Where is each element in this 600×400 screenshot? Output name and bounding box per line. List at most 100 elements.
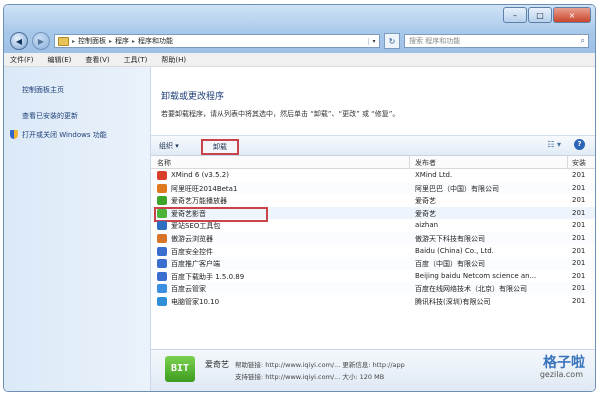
breadcrumb-programs[interactable]: 程序	[115, 36, 129, 46]
program-publisher: Beijing baidu Netcom science an...	[415, 271, 537, 280]
close-button[interactable]: ×	[553, 7, 591, 23]
program-installed-date: 201	[572, 284, 586, 293]
column-divider[interactable]	[409, 156, 410, 168]
column-publisher[interactable]: 发布者	[415, 158, 436, 168]
app-icon	[157, 246, 167, 256]
uninstall-button[interactable]: 卸载	[201, 139, 239, 155]
app-icon	[157, 296, 167, 306]
program-publisher: 腾讯科技(深圳)有限公司	[415, 297, 491, 306]
help-icon[interactable]: ?	[574, 139, 585, 150]
program-installed-date: 201	[572, 208, 586, 217]
sidebar-item-windows-features[interactable]: 打开或关闭 Windows 功能	[22, 130, 107, 140]
table-row[interactable]: 爱奇艺万能播放器 爱奇艺 201	[151, 194, 595, 207]
address-bar[interactable]: ▸ 控制面板 ▸ 程序 ▸ 程序和功能 ▾	[54, 34, 380, 48]
forward-button[interactable]: ▶	[32, 32, 50, 50]
back-button[interactable]: ◀	[10, 32, 28, 50]
page-title: 卸载或更改程序	[161, 92, 225, 102]
program-installed-date: 201	[572, 196, 586, 205]
program-publisher: 百度（中国）有限公司	[415, 260, 485, 269]
program-name: 爱奇艺影音	[171, 209, 206, 218]
app-icon	[157, 271, 167, 281]
shield-icon	[10, 130, 18, 139]
sidebar-item-control-panel-home[interactable]: 控制面板主页	[22, 85, 64, 95]
watermark-url: gezila.com	[539, 370, 583, 379]
sidebar: 控制面板主页 查看已安装的更新 打开或关闭 Windows 功能	[4, 67, 151, 391]
table-row[interactable]: XMind 6 (v3.5.2) XMind Ltd. 201	[151, 169, 595, 182]
table-row[interactable]: 阿里旺旺2014Beta1 阿里巴巴（中国）有限公司 201	[151, 181, 595, 195]
table-row[interactable]: 傲游云浏览器 傲游天下科技有限公司 201	[151, 231, 595, 245]
menu-bar: 文件(F) 编辑(E) 查看(V) 工具(T) 帮助(H)	[4, 53, 595, 67]
table-row[interactable]: 百度安全控件 Baidu (China) Co., Ltd. 201	[151, 245, 595, 258]
app-icon	[157, 221, 167, 231]
program-name: 电脑管家10.10	[171, 297, 220, 306]
app-icon	[157, 284, 167, 294]
table-row[interactable]: 爱站SEO工具包 aizhan 201	[151, 219, 595, 232]
program-publisher: 百度在线网络技术（北京）有限公司	[415, 285, 527, 294]
column-divider[interactable]	[567, 156, 568, 168]
table-row[interactable]: 爱奇艺影音 爱奇艺 201	[151, 206, 595, 222]
program-name: 爱站SEO工具包	[171, 222, 221, 231]
table-row[interactable]: 百度下载助手 1.5.0.89 Beijing baidu Netcom scie…	[151, 270, 595, 283]
toolbar: 组织 ▾ 卸载 ☷ ▾ ?	[151, 135, 595, 156]
program-installed-date: 201	[572, 296, 586, 305]
table-row[interactable]: 电脑管家10.10 腾讯科技(深圳)有限公司 201	[151, 295, 595, 308]
details-support-link: 支持链接: http://www.iqiyi.com/... 大小: 120 M…	[235, 373, 385, 381]
program-installed-date: 201	[572, 259, 586, 268]
menu-tools[interactable]: 工具(T)	[124, 55, 148, 65]
table-row[interactable]: 百度云管家 百度在线网络技术（北京）有限公司 201	[151, 282, 595, 295]
breadcrumb-programs-features[interactable]: 程序和功能	[138, 36, 173, 46]
breadcrumb-control-panel[interactable]: 控制面板	[78, 36, 106, 46]
program-installed-date: 201	[572, 233, 586, 242]
menu-edit[interactable]: 编辑(E)	[48, 55, 72, 65]
program-name: 百度安全控件	[171, 247, 213, 256]
program-name: 爱奇艺万能播放器	[171, 197, 227, 206]
chevron-right-icon: ▸	[109, 37, 113, 45]
details-help-link: 帮助链接: http://www.iqiyi.com/... 更新信息: htt…	[235, 361, 405, 369]
search-input[interactable]: 搜索 程序和功能 ⌕	[404, 34, 589, 48]
table-row[interactable]: 百度推广客户端 百度（中国）有限公司 201	[151, 257, 595, 270]
program-installed-date: 201	[572, 271, 586, 280]
folder-icon	[58, 36, 69, 46]
program-installed-date: 201	[572, 246, 586, 255]
program-name: XMind 6 (v3.5.2)	[171, 171, 229, 179]
menu-help[interactable]: 帮助(H)	[161, 55, 186, 65]
app-icon	[157, 208, 167, 218]
maximize-button[interactable]: □	[528, 7, 552, 23]
search-icon[interactable]: ⌕	[581, 36, 585, 46]
program-publisher: 爱奇艺	[415, 209, 436, 218]
iqiyi-app-icon: BIT	[165, 356, 195, 382]
details-name: 爱奇艺	[205, 360, 229, 369]
program-list: XMind 6 (v3.5.2) XMind Ltd. 201 阿里旺旺2014Bet…	[151, 169, 595, 308]
title-bar: – □ × ◀ ▶ ▸ 控制面板 ▸ 程序 ▸ 程序和功能 ▾ ↻ 搜索 程序和…	[4, 5, 595, 53]
app-icon	[157, 171, 167, 180]
sidebar-item-installed-updates[interactable]: 查看已安装的更新	[22, 111, 78, 121]
menu-view[interactable]: 查看(V)	[85, 55, 109, 65]
program-installed-date: 201	[572, 221, 586, 230]
address-row: ◀ ▶ ▸ 控制面板 ▸ 程序 ▸ 程序和功能 ▾ ↻ 搜索 程序和功能 ⌕	[10, 32, 589, 50]
menu-file[interactable]: 文件(F)	[10, 55, 34, 65]
chevron-right-icon: ▸	[132, 37, 136, 45]
column-header: 名称 发布者 安装	[151, 156, 595, 169]
watermark-logo: 格子啦	[543, 355, 585, 371]
app-icon	[157, 233, 167, 243]
program-name: 百度云管家	[171, 285, 206, 294]
column-installed[interactable]: 安装	[572, 158, 586, 168]
app-icon	[157, 259, 167, 269]
refresh-icon[interactable]: ↻	[384, 33, 400, 49]
program-publisher: XMind Ltd.	[415, 171, 453, 179]
program-name: 百度推广客户端	[171, 260, 220, 269]
program-name: 傲游云浏览器	[171, 234, 213, 243]
app-icon	[157, 183, 167, 193]
view-options-icon[interactable]: ☷ ▾	[547, 140, 561, 149]
chevron-right-icon: ▸	[72, 37, 76, 45]
program-installed-date: 201	[572, 171, 586, 179]
details-pane: BIT 爱奇艺 帮助链接: http://www.iqiyi.com/... 更…	[151, 349, 595, 391]
column-name[interactable]: 名称	[157, 158, 171, 168]
program-publisher: 傲游天下科技有限公司	[415, 234, 485, 243]
programs-window: – □ × ◀ ▶ ▸ 控制面板 ▸ 程序 ▸ 程序和功能 ▾ ↻ 搜索 程序和…	[3, 4, 596, 392]
organize-button[interactable]: 组织 ▾	[159, 141, 179, 151]
program-publisher: 爱奇艺	[415, 197, 436, 206]
minimize-button[interactable]: –	[503, 7, 527, 23]
app-icon	[157, 196, 167, 206]
chevron-down-icon[interactable]: ▾	[368, 37, 379, 45]
